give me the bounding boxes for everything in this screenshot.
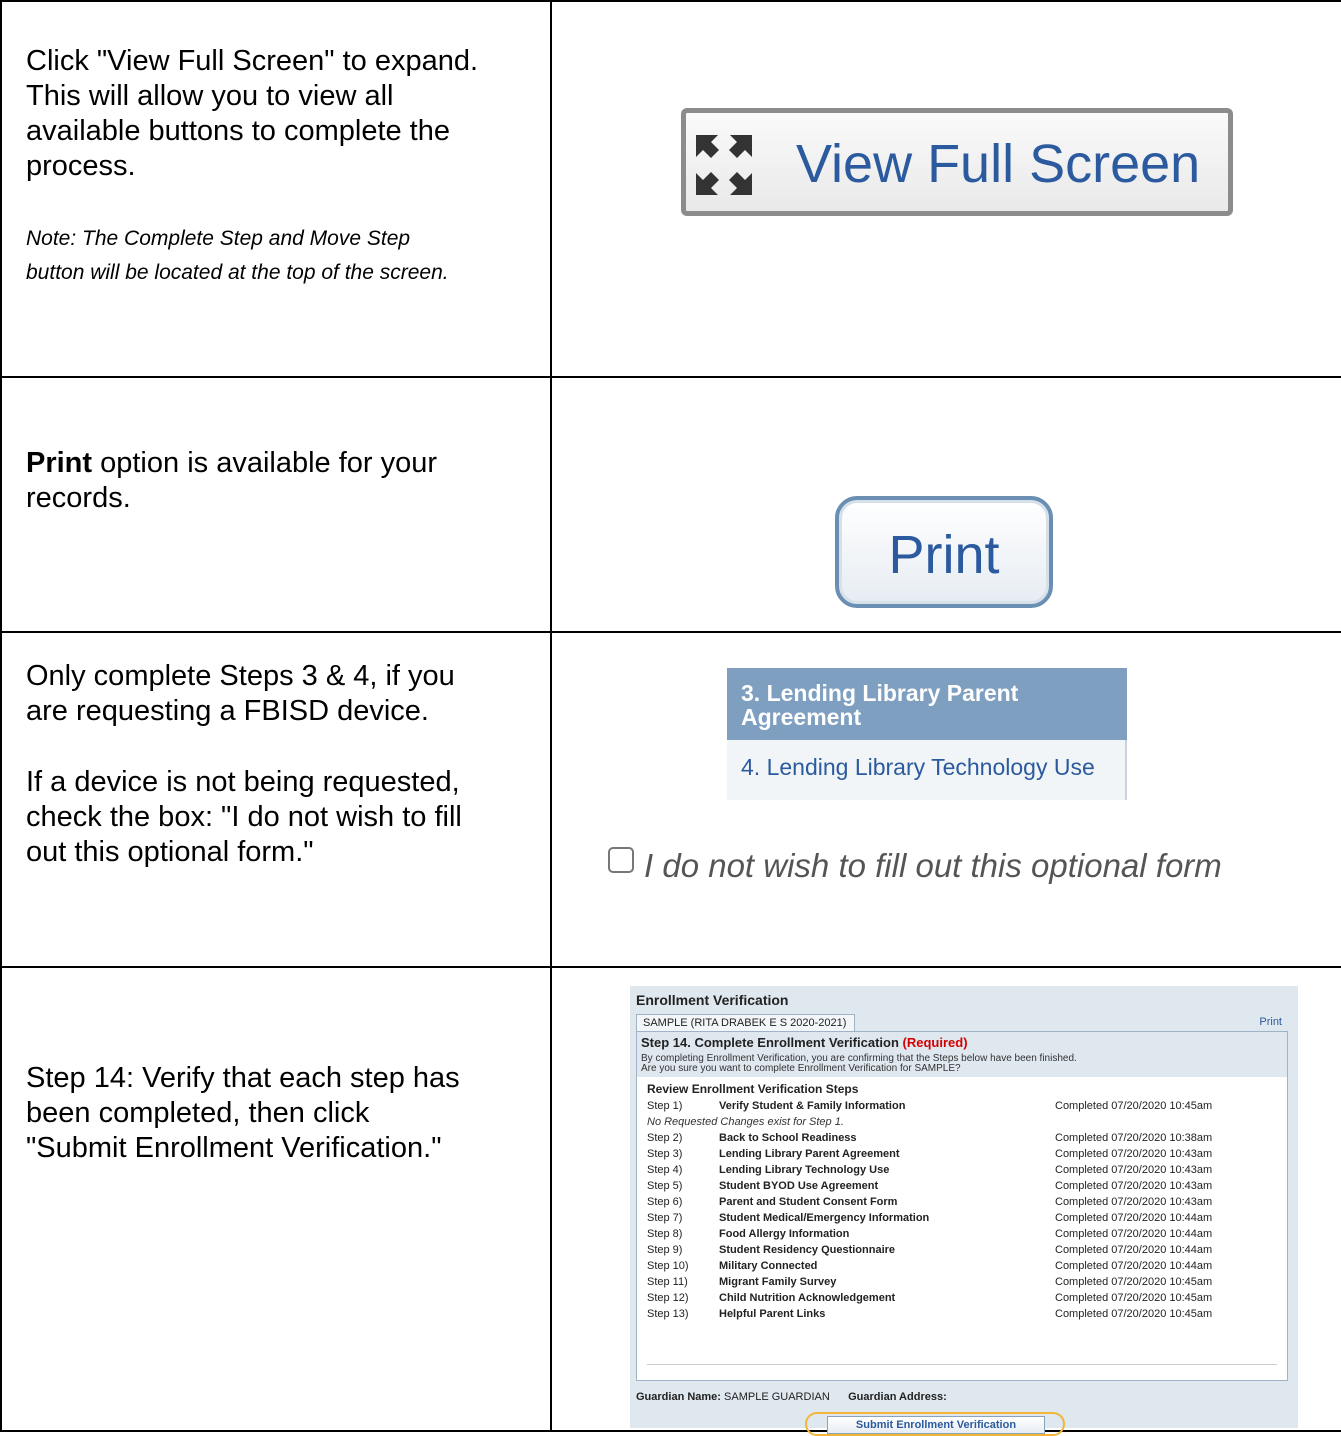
step-status: Completed 07/20/2020 10:45am <box>1055 1308 1213 1320</box>
step-number: Step 12) <box>647 1292 689 1304</box>
step-status: Completed 07/20/2020 10:43am <box>1055 1196 1213 1208</box>
screenshot-cell-4: Enrollment Verification SAMPLE (RITA DRA… <box>550 966 1341 1436</box>
step-header: Step 14. Complete Enrollment Verificatio… <box>637 1032 1287 1077</box>
step-status: Completed 07/20/2020 10:44am <box>1055 1228 1213 1240</box>
step-row: Step 5) Student BYOD Use Agreement Complet… <box>647 1178 1277 1194</box>
step-name: Back to School Readiness <box>719 1132 857 1144</box>
step-number: Step 8) <box>647 1228 683 1240</box>
step-number: Step 6) <box>647 1196 683 1208</box>
step-title: Step 14. Complete Enrollment Verificatio… <box>641 1035 968 1050</box>
print-label: Print <box>888 525 1000 585</box>
optional-form-checkbox[interactable] <box>608 847 634 873</box>
step-number: Step 3) <box>647 1148 683 1160</box>
view-full-screen-label: View Full Screen <box>796 134 1201 194</box>
expand-arrows-icon <box>696 135 752 195</box>
step-number: Step 11) <box>647 1276 688 1288</box>
step-status: Completed 07/20/2020 10:44am <box>1055 1260 1213 1272</box>
instruction-text: Only complete Steps 3 & 4, if you are re… <box>26 660 455 727</box>
print-emphasis: Print <box>26 447 93 479</box>
step-status: Completed 07/20/2020 10:45am <box>1055 1100 1213 1112</box>
step-number: Step 7) <box>647 1212 683 1224</box>
guardian-address-label: Guardian Address: <box>848 1391 947 1403</box>
required-label: (Required) <box>902 1035 968 1050</box>
step-row: Step 8) Food Allergy Information Completed… <box>647 1226 1277 1242</box>
instruction-cell-3: Only complete Steps 3 & 4, if you are re… <box>0 631 552 968</box>
step-name: Lending Library Technology Use <box>719 1164 890 1176</box>
instruction-text-2: If a device is not being requested, chec… <box>26 766 462 868</box>
step-name: Verify Student & Family Information <box>719 1100 906 1112</box>
step-number: Step 9) <box>647 1244 683 1256</box>
confirm-text: By completing Enrollment Verification, y… <box>641 1053 1077 1074</box>
guardian-info: Guardian Name: SAMPLE GUARDIAN Guardian … <box>636 1391 947 1403</box>
step-name: Student BYOD Use Agreement <box>719 1180 879 1192</box>
screenshot-cell-2: Print <box>550 376 1341 633</box>
step-number: Step 1) <box>647 1100 683 1112</box>
step-status: Completed 07/20/2020 10:45am <box>1055 1276 1213 1288</box>
screenshot-cell-3: 3. Lending Library Parent Agreement 4. L… <box>550 631 1341 968</box>
step-number: Step 10) <box>647 1260 689 1272</box>
step-name: Parent and Student Consent Form <box>719 1196 898 1208</box>
step-number: Step 2) <box>647 1132 683 1144</box>
review-title: Review Enrollment Verification Steps <box>647 1082 859 1096</box>
instruction-text: Step 14: Verify that each step has been … <box>26 1062 460 1164</box>
submit-enrollment-verification-button[interactable]: Submit Enrollment Verification <box>827 1416 1045 1434</box>
step-name: Helpful Parent Links <box>719 1308 826 1320</box>
step-name: Food Allergy Information <box>719 1228 850 1240</box>
divider <box>647 1364 1277 1365</box>
step-name: Child Nutrition Acknowledgement <box>719 1292 896 1304</box>
step-row: Step 7) Student Medical/Emergency Informa… <box>647 1210 1277 1226</box>
optional-form-label: I do not wish to fill out this optional … <box>644 847 1222 884</box>
step-status: Completed 07/20/2020 10:43am <box>1055 1164 1213 1176</box>
step-row: Step 2) Back to School Readiness Completed… <box>647 1130 1277 1146</box>
student-tab[interactable]: SAMPLE (RITA DRABEK E S 2020-2021) <box>636 1014 856 1031</box>
step-status: Completed 07/20/2020 10:43am <box>1055 1180 1213 1192</box>
instruction-text: Click "View Full Screen" to expand. This… <box>26 45 479 182</box>
step-name: Military Connected <box>719 1260 818 1272</box>
print-link[interactable]: Print <box>1259 1016 1282 1028</box>
panel-body: Step 14. Complete Enrollment Verificatio… <box>636 1031 1288 1381</box>
no-changes-note: No Requested Changes exist for Step 1. <box>647 1116 844 1128</box>
view-full-screen-button[interactable]: View Full Screen <box>681 108 1233 216</box>
step-status: Completed 07/20/2020 10:38am <box>1055 1132 1213 1144</box>
step-number: Step 4) <box>647 1164 683 1176</box>
instruction-cell-4: Step 14: Verify that each step has been … <box>0 966 552 1432</box>
instruction-cell-2: Print option is available for your recor… <box>0 376 552 633</box>
step-number: Step 5) <box>647 1180 683 1192</box>
instruction-text: Print option is available for your recor… <box>26 447 438 514</box>
step-row: Step 3) Lending Library Parent Agreement C… <box>647 1146 1277 1162</box>
step-number: Step 13) <box>647 1308 689 1320</box>
step-row: Step 6) Parent and Student Consent Form Co… <box>647 1194 1277 1210</box>
step-row: Step 9) Student Residency Questionnaire Co… <box>647 1242 1277 1258</box>
guardian-name: SAMPLE GUARDIAN <box>724 1391 830 1403</box>
review-steps-list: Step 1) Verify Student & Family Informati… <box>647 1098 1277 1322</box>
step-name: Lending Library Parent Agreement <box>719 1148 900 1160</box>
step-status: Completed 07/20/2020 10:43am <box>1055 1148 1213 1160</box>
instruction-cell-1: Click "View Full Screen" to expand. This… <box>0 0 552 378</box>
step-row: Step 4) Lending Library Technology Use Com… <box>647 1162 1277 1178</box>
step-name: Migrant Family Survey <box>719 1276 837 1288</box>
panel-title: Enrollment Verification <box>636 992 789 1008</box>
nav-item-lending-library-parent-agreement[interactable]: 3. Lending Library Parent Agreement <box>727 668 1127 740</box>
step-status: Completed 07/20/2020 10:44am <box>1055 1244 1213 1256</box>
print-button[interactable]: Print <box>835 496 1053 608</box>
instruction-table: Click "View Full Screen" to expand. This… <box>0 0 1341 1436</box>
step-status: Completed 07/20/2020 10:44am <box>1055 1212 1213 1224</box>
step-row: Step 10) Military Connected Completed 07/2… <box>647 1258 1277 1274</box>
submit-highlight: Submit Enrollment Verification <box>805 1412 1065 1436</box>
step-name: Student Residency Questionnaire <box>719 1244 896 1256</box>
step-row: Step 1) Verify Student & Family Informati… <box>647 1098 1277 1114</box>
step-name: Student Medical/Emergency Information <box>719 1212 930 1224</box>
enrollment-verification-panel: Enrollment Verification SAMPLE (RITA DRA… <box>630 986 1298 1436</box>
step-status: Completed 07/20/2020 10:45am <box>1055 1292 1213 1304</box>
step-nav: 3. Lending Library Parent Agreement 4. L… <box>727 668 1127 800</box>
step-row: Step 13) Helpful Parent Links Completed 07… <box>647 1306 1277 1322</box>
nav-item-lending-library-technology-use[interactable]: 4. Lending Library Technology Use <box>727 740 1127 800</box>
step-row: Step 12) Child Nutrition Acknowledgement C… <box>647 1290 1277 1306</box>
instruction-note: Note: The Complete Step and Move Step bu… <box>26 227 449 284</box>
screenshot-cell-1: View Full Screen <box>550 0 1341 378</box>
step-row: Step 11) Migrant Family Survey Completed 0… <box>647 1274 1277 1290</box>
